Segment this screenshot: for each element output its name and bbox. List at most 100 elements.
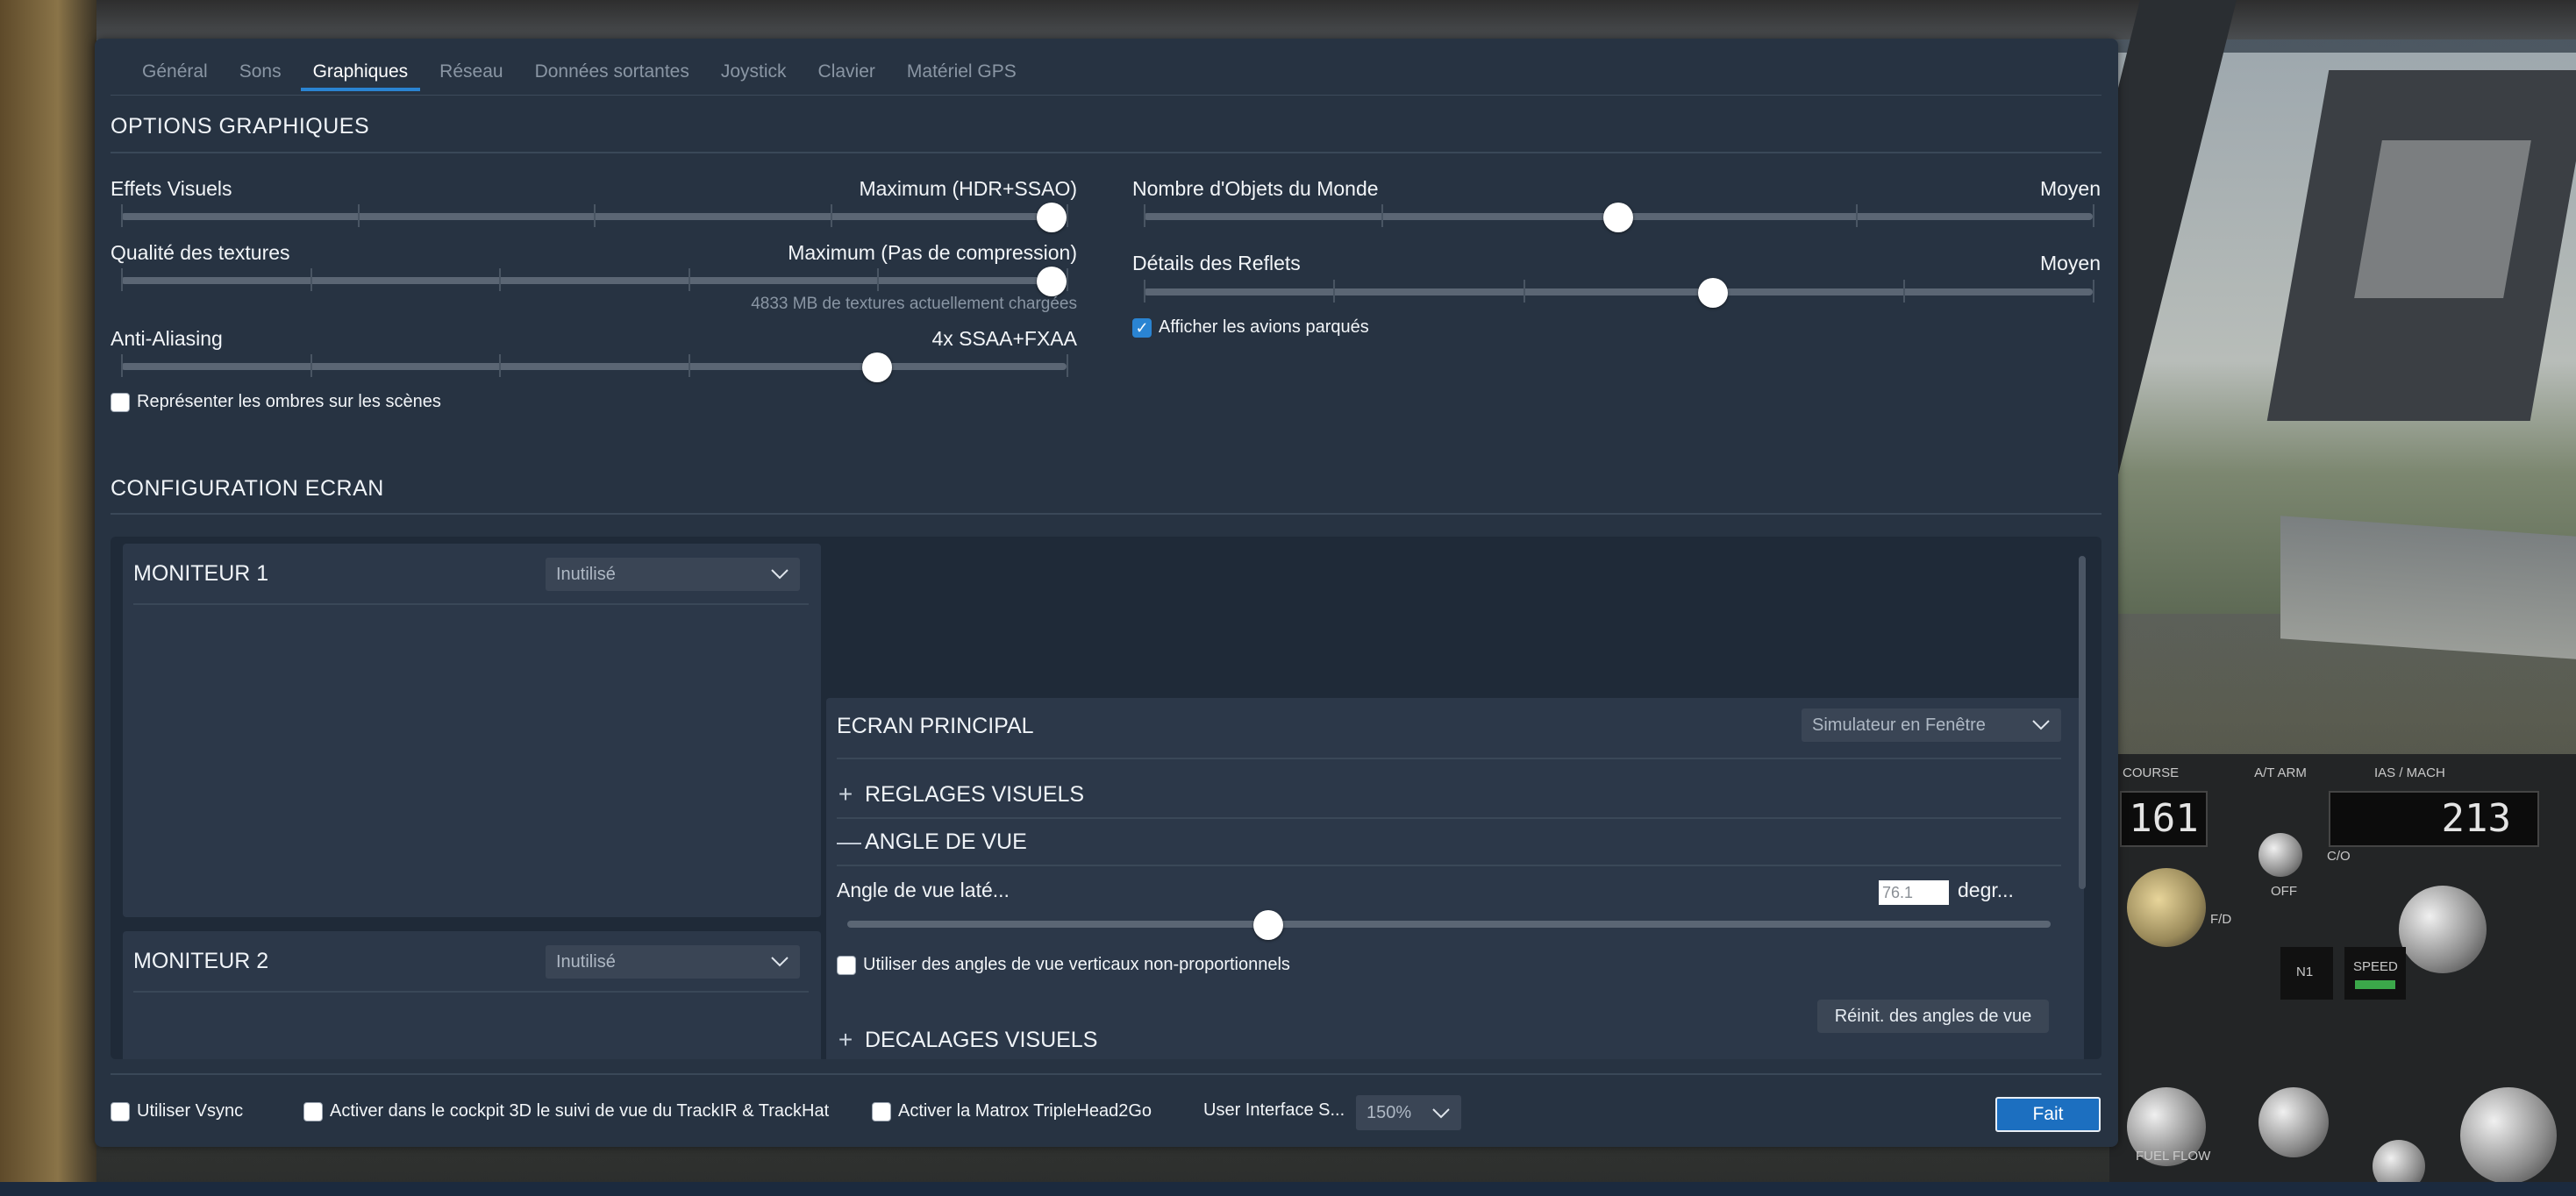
slider-tick (357, 204, 360, 227)
monitor-1-divider (133, 603, 809, 605)
tab-gps-hardware[interactable]: Matériel GPS (891, 61, 1032, 91)
slider-thumb[interactable] (1253, 910, 1284, 940)
screen-config-scrollbar[interactable] (2079, 556, 2086, 889)
parked-aircraft-checkbox[interactable]: ✓ Afficher les avions parqués (1132, 317, 1369, 338)
world-objects-value: Moyen (2039, 177, 2101, 200)
visual-settings-group[interactable]: + REGLAGES VISUELS (837, 780, 1084, 808)
visual-effects-value: Maximum (HDR+SSAO) (859, 177, 1077, 200)
speed-knob (2399, 886, 2487, 973)
vsync-checkbox-label: Utiliser Vsync (137, 1101, 244, 1121)
settings-dialog: Général Sons Graphiques Réseau Données s… (95, 39, 2118, 1147)
tab-network[interactable]: Réseau (424, 61, 518, 91)
slider-tick (121, 204, 123, 227)
lateral-fov-input[interactable]: 76.1 (1879, 880, 1949, 905)
chevron-down-icon (1432, 1108, 1450, 1119)
visual-effects-slider[interactable] (121, 203, 1068, 232)
slider-tick (121, 268, 123, 291)
monitor-2-dropdown[interactable]: Inutilisé (546, 945, 800, 979)
main-screen-divider (837, 758, 2061, 759)
texture-quality-slider[interactable] (121, 267, 1068, 296)
screen-config-divider (111, 513, 2101, 515)
nonprop-angles-checkbox[interactable]: Utiliser des angles de vue verticaux non… (837, 955, 1290, 975)
collapse-minus-icon: — (837, 828, 861, 855)
ui-scale-dropdown[interactable]: 150% (1356, 1095, 1461, 1130)
baro-knob (2258, 1087, 2329, 1157)
visual-settings-label: REGLAGES VISUELS (865, 781, 1085, 807)
main-screen-mode-dropdown[interactable]: Simulateur en Fenêtre (1802, 708, 2061, 742)
world-objects-slider[interactable] (1144, 203, 2094, 232)
monitor-2-card: MONITEUR 2 Inutilisé (123, 931, 821, 1059)
slider-track[interactable] (847, 921, 2051, 928)
graphics-options-divider (111, 152, 2101, 153)
ias-readout: 213 (2329, 791, 2539, 847)
slider-tick (499, 268, 502, 291)
checkbox-box[interactable] (837, 955, 856, 975)
slider-thumb[interactable] (1037, 203, 1067, 232)
tab-keyboard[interactable]: Clavier (803, 61, 891, 91)
slider-tick (1067, 354, 1068, 377)
slider-tick (499, 354, 502, 377)
slider-tick (1144, 204, 1145, 227)
checkbox-box[interactable] (111, 392, 130, 412)
slider-tick (1333, 280, 1336, 303)
checkbox-box[interactable] (303, 1101, 323, 1121)
footer-divider (111, 1073, 2101, 1075)
reflection-detail-label: Détails des Reflets (1132, 252, 1301, 274)
slider-thumb[interactable] (862, 352, 893, 382)
trackir-checkbox[interactable]: Activer dans le cockpit 3D le suivi de v… (303, 1101, 829, 1121)
main-screen-card: ECRAN PRINCIPAL Simulateur en Fenêtre + … (826, 698, 2084, 1059)
tab-data-output[interactable]: Données sortantes (519, 61, 705, 91)
reflection-detail-value: Moyen (2039, 252, 2101, 274)
done-button[interactable]: Fait (1995, 1097, 2101, 1132)
tab-joystick[interactable]: Joystick (705, 61, 803, 91)
lateral-fov-slider[interactable] (847, 910, 2051, 940)
slider-tick (594, 204, 596, 227)
speed-button: SPEED (2344, 947, 2406, 1000)
shadows-checkbox[interactable]: Représenter les ombres sur les scènes (111, 392, 441, 412)
view-angle-group[interactable]: — ANGLE DE VUE (837, 828, 1027, 856)
slider-track[interactable] (1144, 288, 2093, 295)
texture-quality-value: Maximum (Pas de compression) (788, 241, 1077, 264)
trackir-checkbox-label: Activer dans le cockpit 3D le suivi de v… (330, 1101, 830, 1121)
lateral-fov-label: Angle de vue laté... (837, 879, 1010, 901)
visual-offsets-group[interactable]: + DECALAGES VISUELS (837, 1026, 1098, 1054)
slider-tick (310, 268, 312, 291)
reset-view-angles-button[interactable]: Réinit. des angles de vue (1817, 1000, 2049, 1033)
off-label: OFF (2271, 884, 2297, 899)
monitor-1-title: MONITEUR 1 (133, 561, 269, 586)
fd-label: F/D (2210, 912, 2232, 927)
slider-track[interactable] (121, 363, 1067, 370)
vsync-checkbox[interactable]: Utiliser Vsync (111, 1101, 243, 1121)
texture-quality-label: Qualité des textures (111, 241, 290, 264)
tab-general[interactable]: Général (126, 61, 224, 91)
slider-thumb[interactable] (1603, 203, 1633, 232)
matrox-checkbox[interactable]: Activer la Matrox TripleHead2Go (872, 1101, 1152, 1121)
view-angle-label: ANGLE DE VUE (865, 829, 1027, 854)
slider-track[interactable] (121, 277, 1067, 284)
shadows-checkbox-label: Représenter les ombres sur les scènes (137, 392, 441, 411)
reflection-detail-slider[interactable] (1144, 278, 2094, 308)
cockpit-mcp-panel: COURSE 161 A/T ARM IAS / MACH 213 OFF C/… (2109, 754, 2576, 1196)
co-label: C/O (2327, 849, 2351, 864)
background-bottom-strip (0, 1182, 2576, 1196)
slider-tick (310, 354, 312, 377)
slider-tick (1902, 280, 1905, 303)
slider-thumb[interactable] (1698, 278, 1729, 308)
view-angle-divider (837, 865, 2061, 866)
fuel-flow-label: FUEL FLOW (2136, 1149, 2211, 1164)
tab-sounds[interactable]: Sons (224, 61, 297, 91)
slider-tick (121, 354, 123, 377)
checkbox-box[interactable]: ✓ (1132, 317, 1152, 338)
anti-aliasing-slider[interactable] (121, 352, 1068, 382)
checkbox-box[interactable] (111, 1101, 130, 1121)
slider-thumb[interactable] (1037, 267, 1067, 296)
course-readout: 161 (2120, 791, 2208, 847)
course-label: COURSE (2123, 765, 2180, 780)
expand-plus-icon: + (838, 780, 853, 808)
background-runway (2280, 516, 2576, 659)
slider-tick (688, 268, 690, 291)
tab-graphics[interactable]: Graphiques (297, 61, 425, 91)
visual-settings-divider (837, 817, 2061, 819)
monitor-1-dropdown[interactable]: Inutilisé (546, 558, 800, 591)
checkbox-box[interactable] (872, 1101, 891, 1121)
